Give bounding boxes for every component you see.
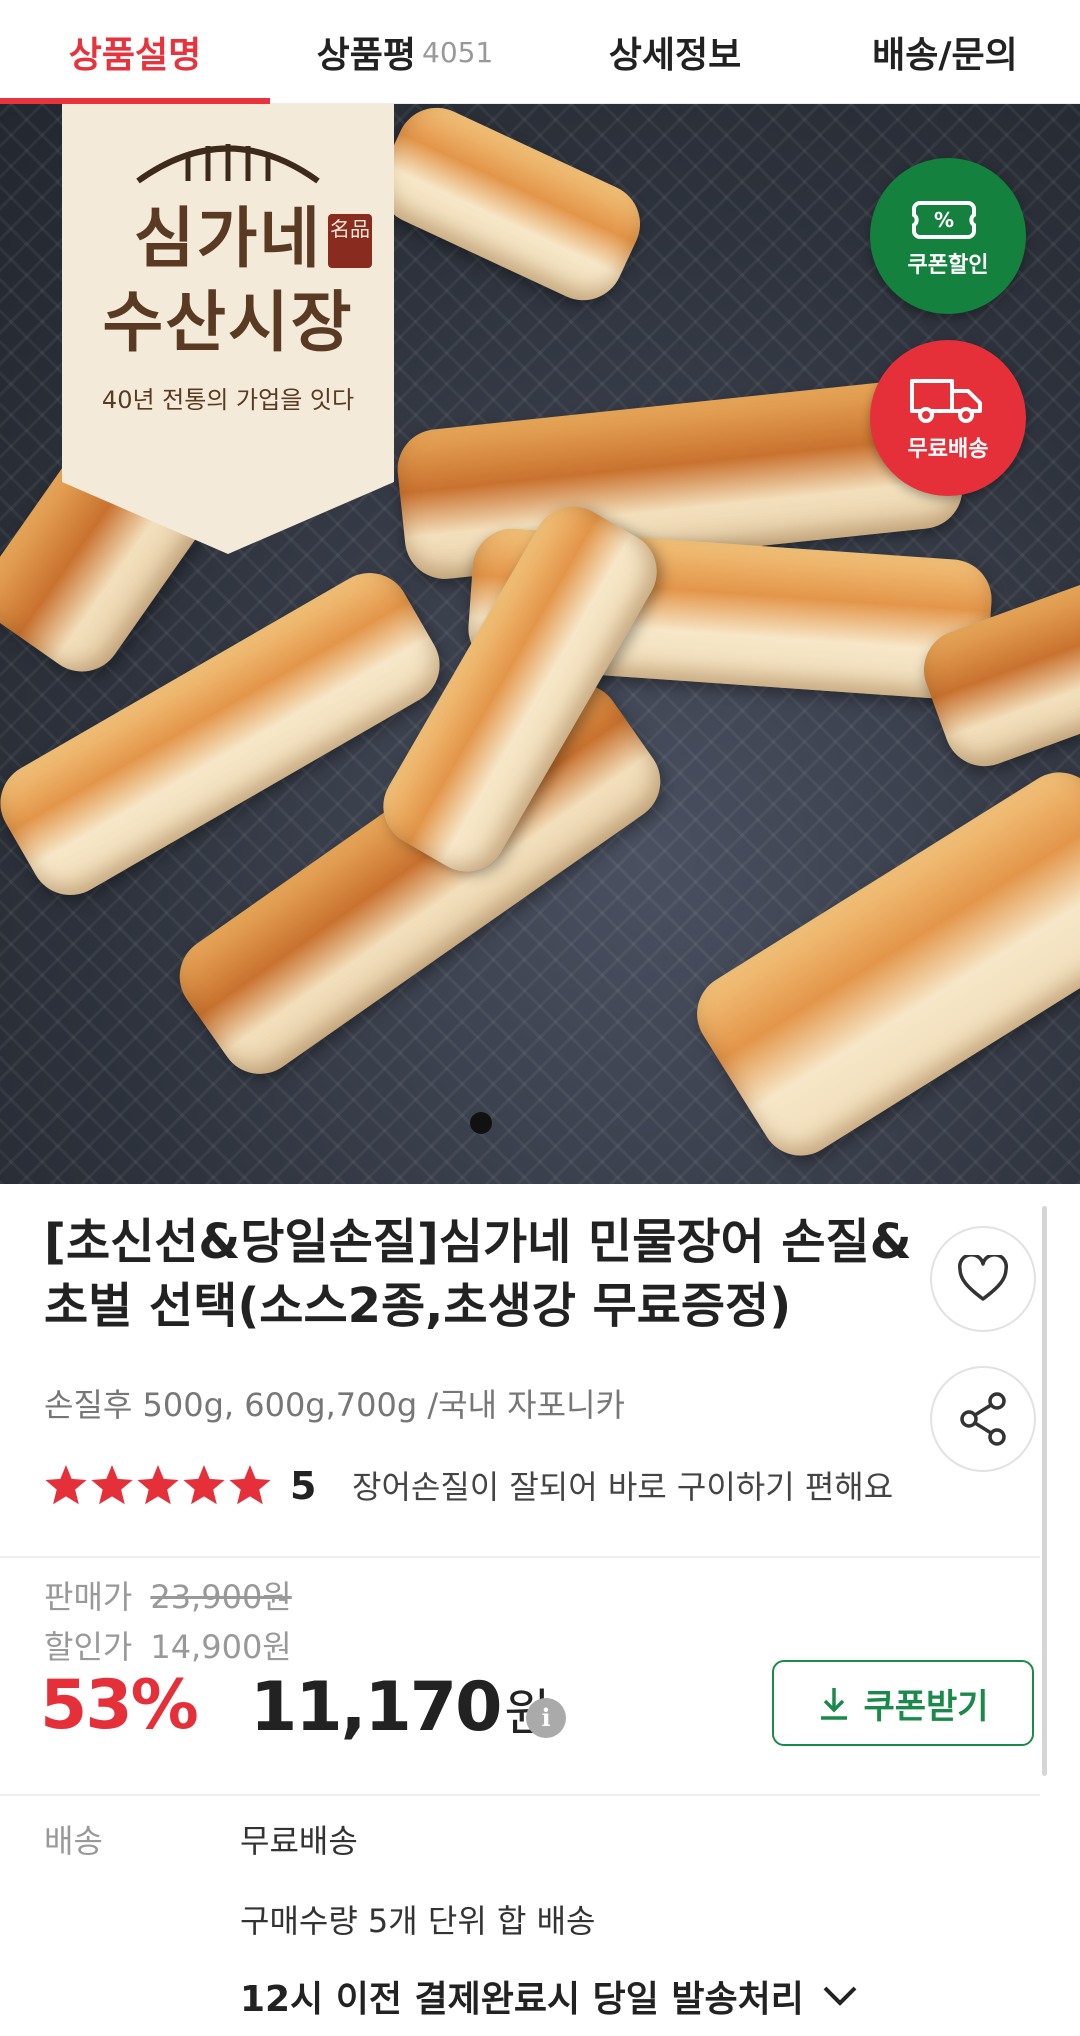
free-shipping-badge: 무료배송 [870,340,1026,496]
chevron-down-icon [823,1986,857,2006]
section-divider [0,1556,1040,1558]
carousel-indicator [470,1112,492,1134]
shipping-bundle-info: 구매수량 5개 단위 합 배송 [240,1902,596,1940]
star-icon [229,1465,271,1505]
sale-price-value: 23,900원 [150,1578,292,1616]
discount-price-row: 할인가 14,900원 [44,1622,292,1668]
coupon-discount-badge: % 쿠폰할인 [870,158,1026,314]
final-price: 11,170원 [250,1668,550,1747]
price-info-icon[interactable]: i [526,1698,566,1738]
dispatch-info-toggle[interactable]: 12시 이전 결제완료시 당일 발송처리 [240,1970,858,2022]
product-title: [초신선&당일손질]심가네 민물장어 손질&초벌 선택(소스2종,초생강 무료증… [44,1214,912,1334]
product-subtitle: 손질후 500g, 600g,700g /국내 자포니카 [44,1386,625,1424]
tab-reviews[interactable]: 상품평 4051 [270,0,540,104]
brand-name-line2: 수산시장 [102,283,354,361]
discount-price-value: 14,900원 [150,1628,292,1666]
food-illustration [681,757,1080,1171]
star-icon [91,1465,133,1505]
section-divider [0,1794,1040,1796]
product-image-carousel[interactable]: 심가네 수산시장 名品 40년 전통의 가업을 잇다 % 쿠폰할인 무료배송 [0,104,1080,1184]
brand-banner: 심가네 수산시장 名品 40년 전통의 가업을 잇다 [62,104,394,554]
share-icon [960,1392,1006,1446]
review-summary[interactable]: 장어손질이 잘되어 바로 구이하기 편해요 [352,1462,893,1512]
shipping-badge-label: 무료배송 [907,437,989,462]
tab-details-label: 상세정보 [608,35,742,76]
shipping-fee: 무료배송 [240,1822,358,1860]
tab-details[interactable]: 상세정보 [540,0,810,104]
sale-price-label: 판매가 [44,1578,133,1616]
discount-rate: 53% [40,1666,199,1745]
brand-name-line1: 심가네 [133,199,323,277]
discount-price-label: 할인가 [44,1628,133,1666]
dispatch-info: 12시 이전 결제완료시 당일 발송처리 [240,1979,804,2020]
heart-icon [957,1255,1009,1301]
share-button[interactable] [930,1366,1036,1472]
rating-score: 5 [290,1464,317,1508]
final-price-amount: 11,170 [250,1668,502,1747]
coupon-badge-label: 쿠폰할인 [907,253,989,278]
star-icon [137,1465,179,1505]
tab-description-label: 상품설명 [68,35,202,76]
scrollbar[interactable] [1042,1206,1047,1776]
star-icon [45,1465,87,1505]
coupon-icon: % [912,201,976,239]
brand-tagline: 40년 전통의 가업을 잇다 [101,386,355,414]
star-rating [44,1465,272,1507]
download-icon [821,1688,848,1720]
svg-text:%: % [934,208,954,232]
tab-reviews-label: 상품평 [316,35,417,76]
rating[interactable]: 5 [44,1458,316,1514]
coupon-button-label: 쿠폰받기 [863,1686,989,1727]
brand-name: 심가네 수산시장 [103,196,354,364]
review-count: 4051 [422,35,494,69]
tab-bar: 상품설명 상품평 4051 상세정보 배송/문의 [0,0,1080,105]
brand-logo-icon [136,144,320,184]
wishlist-button[interactable] [930,1226,1036,1332]
download-coupon-button[interactable]: 쿠폰받기 [772,1660,1034,1746]
shipping-label: 배송 [44,1822,103,1860]
star-icon [183,1465,225,1505]
tab-shipping-inquiry[interactable]: 배송/문의 [810,0,1080,104]
tab-description[interactable]: 상품설명 [0,0,270,105]
delivery-truck-icon [910,379,982,423]
sale-price-row: 판매가 23,900원 [44,1572,292,1618]
tab-shipping-label: 배송/문의 [872,35,1018,76]
food-illustration [366,104,654,314]
brand-seal: 名品 [328,214,372,268]
